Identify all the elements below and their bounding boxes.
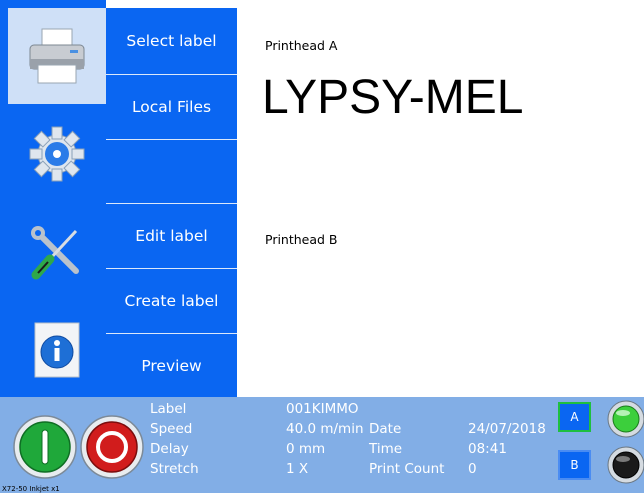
date-value: 24/07/2018 bbox=[468, 421, 546, 437]
settings-nav-button[interactable] bbox=[8, 106, 106, 202]
delay-key: Delay bbox=[150, 441, 189, 457]
power-line-icon bbox=[41, 429, 49, 465]
create-label-button[interactable]: Create label bbox=[106, 268, 237, 332]
printhead-b-indicator bbox=[607, 446, 644, 484]
date-key: Date bbox=[369, 421, 402, 437]
printer-icon bbox=[29, 28, 85, 84]
info-icon bbox=[34, 322, 80, 377]
empty-menu-slot bbox=[106, 139, 237, 203]
status-bar: Label Speed Delay Stretch 001KIMMO 40.0 … bbox=[0, 397, 644, 493]
info-nav-button[interactable] bbox=[8, 302, 106, 397]
print-count-value: 0 bbox=[468, 461, 477, 477]
tools-nav-button[interactable] bbox=[8, 204, 106, 300]
label-menu: Select label Local Files Edit label Crea… bbox=[106, 8, 237, 397]
start-button[interactable] bbox=[12, 414, 78, 480]
printhead-b-button[interactable]: B bbox=[558, 450, 591, 480]
version-label: X72-50 Inkjet x1 bbox=[2, 485, 60, 493]
label-value: 001KIMMO bbox=[286, 401, 359, 417]
delay-value: 0 mm bbox=[286, 441, 326, 457]
tools-icon bbox=[31, 226, 79, 280]
local-files-button[interactable]: Local Files bbox=[106, 74, 237, 138]
settings-gear-icon bbox=[29, 126, 85, 182]
stretch-key: Stretch bbox=[150, 461, 199, 477]
icon-sidebar bbox=[0, 0, 106, 397]
speed-value: 40.0 m/min bbox=[286, 421, 364, 437]
speed-key: Speed bbox=[150, 421, 193, 437]
printhead-a-label: Printhead A bbox=[265, 38, 338, 53]
printhead-a-button[interactable]: A bbox=[558, 402, 591, 432]
printhead-a-text: LYPSY-MEL bbox=[262, 71, 524, 124]
printhead-b-label: Printhead B bbox=[265, 232, 338, 247]
label-key: Label bbox=[150, 401, 187, 417]
preview-button[interactable]: Preview bbox=[106, 333, 237, 397]
select-label-button[interactable]: Select label bbox=[106, 9, 237, 73]
printer-nav-button[interactable] bbox=[8, 8, 106, 104]
printhead-a-indicator bbox=[607, 400, 644, 438]
time-key: Time bbox=[369, 441, 403, 457]
stretch-value: 1 X bbox=[286, 461, 309, 477]
print-count-key: Print Count bbox=[369, 461, 445, 477]
stop-button[interactable] bbox=[79, 414, 145, 480]
time-value: 08:41 bbox=[468, 441, 507, 457]
edit-label-button[interactable]: Edit label bbox=[106, 203, 237, 267]
